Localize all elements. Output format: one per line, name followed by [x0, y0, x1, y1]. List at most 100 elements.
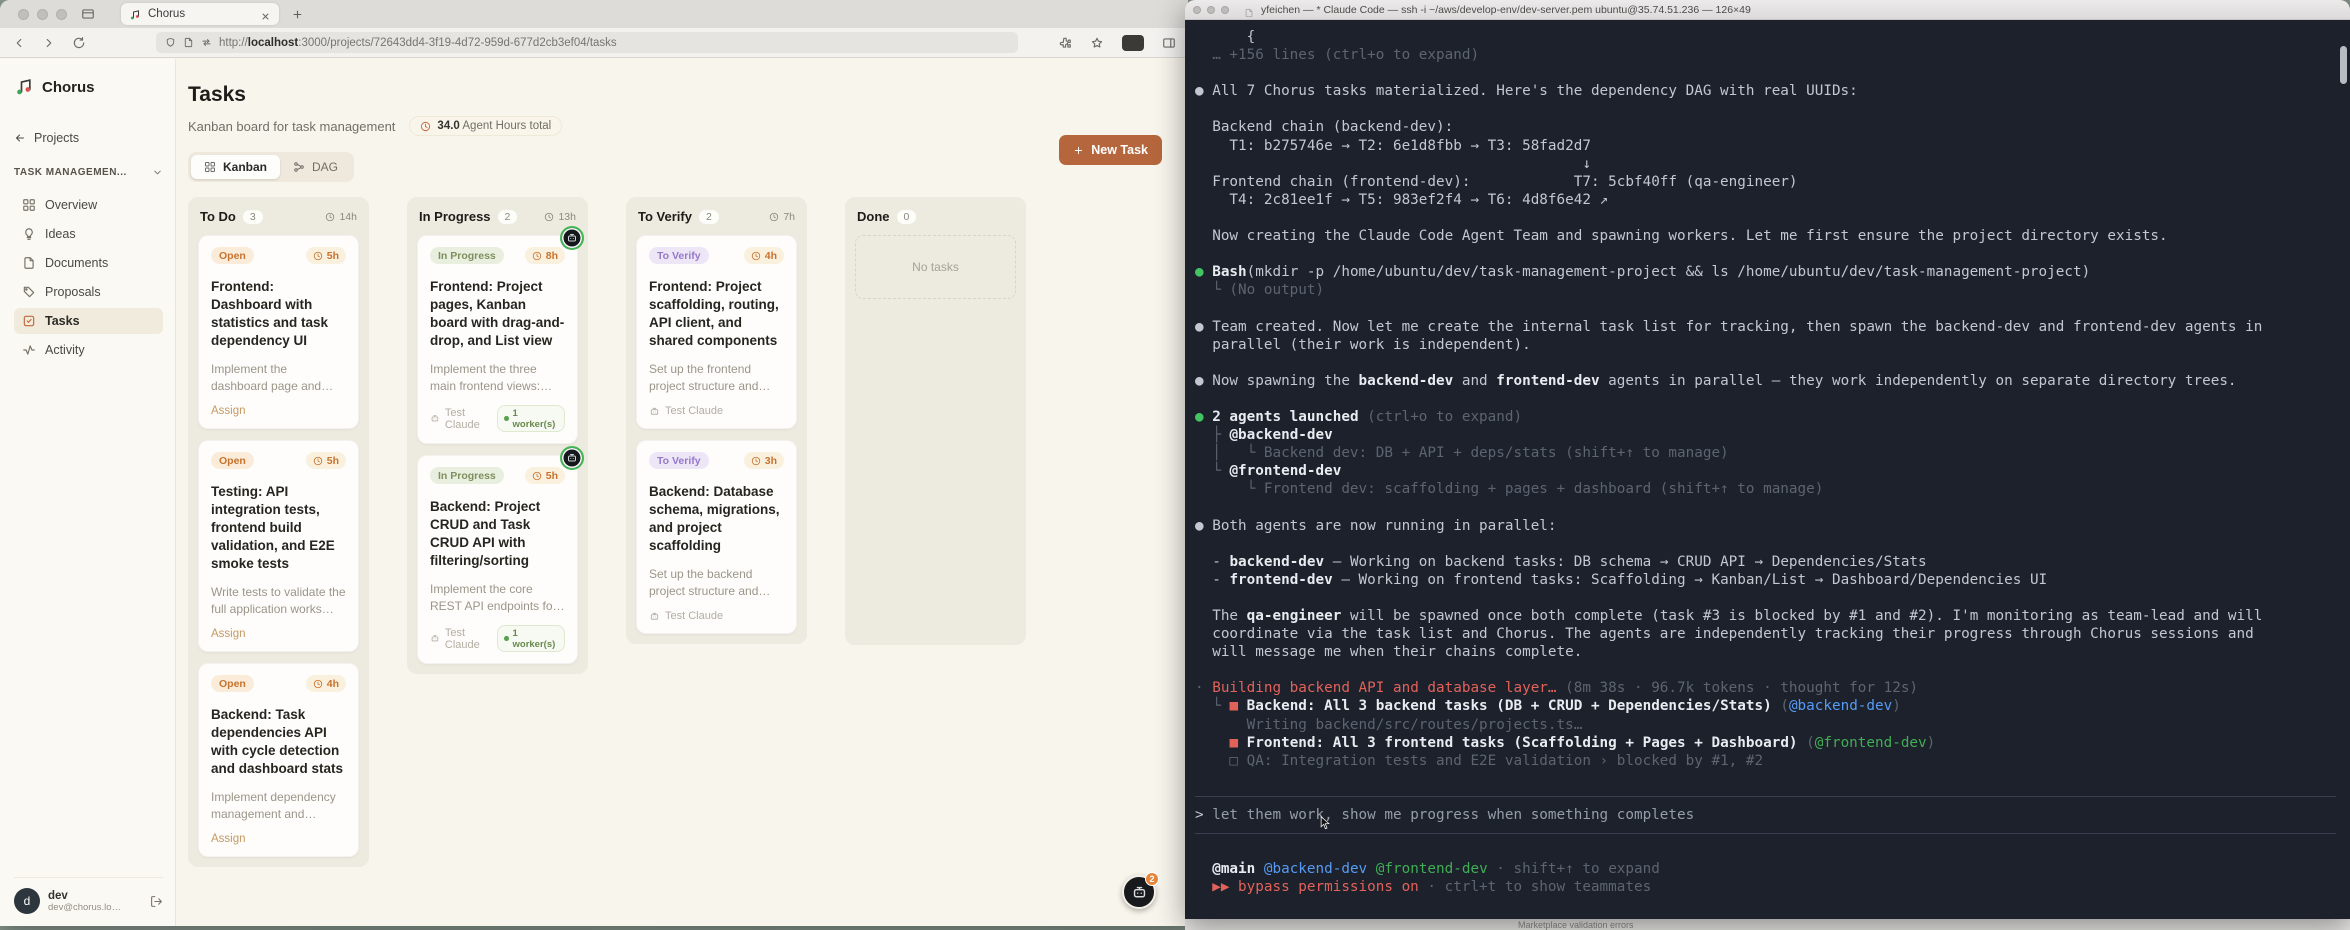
- task-description: Implement the core REST API endpoints fo…: [430, 581, 565, 614]
- permissions-icon[interactable]: [201, 37, 212, 48]
- status-badge: Open: [211, 247, 254, 264]
- sidebar-item-label: Proposals: [45, 285, 101, 299]
- terminal-line: will message me when their chains comple…: [1195, 643, 2350, 661]
- assign-link[interactable]: Assign: [211, 833, 246, 845]
- agent-avatar[interactable]: [560, 446, 584, 470]
- terminal-line: ● Both agents are now running in paralle…: [1195, 517, 2350, 535]
- terminal-line: {: [1195, 28, 2350, 46]
- zoom-window-button[interactable]: [1221, 6, 1229, 14]
- task-card[interactable]: In Progress5hBackend: Project CRUD and T…: [417, 455, 578, 664]
- task-title: Frontend: Project pages, Kanban board wi…: [430, 278, 565, 350]
- page-info-icon[interactable]: [183, 37, 194, 48]
- browser-toolbar-right: [1058, 35, 1176, 51]
- task-card[interactable]: Open5hFrontend: Dashboard with statistic…: [198, 235, 359, 429]
- terminal-line: [1195, 842, 2350, 860]
- user-row: d dev dev@chorus.lo…: [14, 877, 163, 914]
- sidebar-item-ideas[interactable]: Ideas: [14, 221, 163, 247]
- forward-icon[interactable]: [42, 36, 56, 50]
- column-hours: 13h: [544, 211, 576, 223]
- assign-link[interactable]: Assign: [211, 628, 246, 640]
- task-card[interactable]: Open5hTesting: API integration tests, fr…: [198, 440, 359, 652]
- minimize-window-button[interactable]: [37, 9, 48, 20]
- zoom-window-button[interactable]: [56, 9, 67, 20]
- sidebar-item-label: Tasks: [45, 314, 80, 328]
- task-card[interactable]: Open4hBackend: Task dependencies API wit…: [198, 663, 359, 857]
- reload-icon[interactable]: [72, 36, 86, 50]
- terminal-line: [1195, 299, 2350, 317]
- bot-icon: [649, 611, 660, 622]
- close-tab-icon[interactable]: [260, 9, 271, 20]
- clock-icon: [532, 471, 542, 481]
- clock-icon: [532, 251, 542, 261]
- sign-out-icon[interactable]: [150, 895, 163, 908]
- project-switcher[interactable]: TASK MANAGEMEN...: [14, 167, 163, 178]
- window-controls[interactable]: [18, 9, 67, 20]
- task-title: Frontend: Project scaffolding, routing, …: [649, 278, 784, 350]
- new-task-button[interactable]: New Task: [1059, 135, 1162, 165]
- task-card[interactable]: To Verify3hBackend: Database schema, mig…: [636, 440, 797, 634]
- terminal-prompt-line[interactable]: > let them work, show me progress when s…: [1195, 806, 2350, 824]
- back-icon[interactable]: [12, 36, 26, 50]
- assign-link[interactable]: Assign: [211, 405, 246, 417]
- estimate-badge: 4h: [306, 675, 346, 692]
- sidebar-item-activity[interactable]: Activity: [14, 337, 163, 363]
- agent-hours-badge: 34.0 Agent Hours total: [409, 116, 562, 136]
- tab-overview-icon[interactable]: [81, 7, 95, 21]
- user-email: dev@chorus.lo…: [48, 902, 142, 913]
- proxy-document-icon: [1244, 5, 1254, 15]
- dag-branch-icon: [293, 161, 305, 173]
- sidebar-item-proposals[interactable]: Proposals: [14, 279, 163, 305]
- bulb-icon: [22, 227, 36, 241]
- column-title: Done: [857, 209, 890, 224]
- estimate-badge: 5h: [525, 467, 565, 484]
- column-count: 0: [897, 210, 917, 224]
- sidebar-item-overview[interactable]: Overview: [14, 192, 163, 218]
- terminal-line: └ (No output): [1195, 281, 2350, 299]
- tab-kanban[interactable]: Kanban: [191, 155, 280, 179]
- task-card[interactable]: To Verify4hFrontend: Project scaffolding…: [636, 235, 797, 429]
- clock-icon: [769, 212, 779, 222]
- tab-dag[interactable]: DAG: [280, 155, 351, 179]
- terminal-line: coordinate via the task list and Chorus.…: [1195, 625, 2350, 643]
- task-title: Testing: API integration tests, frontend…: [211, 483, 346, 573]
- projects-back-link[interactable]: Projects: [14, 131, 163, 145]
- shield-icon[interactable]: [165, 37, 176, 48]
- profile-chip-icon[interactable]: [1122, 35, 1144, 51]
- terminal-window-controls[interactable]: [1193, 6, 1229, 14]
- sidebar-item-tasks[interactable]: Tasks: [14, 308, 163, 334]
- bookmark-star-icon[interactable]: [1090, 36, 1104, 50]
- estimate-badge: 4h: [744, 247, 784, 264]
- terminal-line: [1195, 209, 2350, 227]
- brand-name: Chorus: [42, 79, 95, 96]
- close-window-button[interactable]: [18, 9, 29, 20]
- terminal-line: [1195, 535, 2350, 553]
- estimate-badge: 8h: [525, 247, 565, 264]
- url-bar[interactable]: http://localhost:3000/projects/72643dd4-…: [156, 32, 1018, 53]
- browser-tab-chorus[interactable]: Chorus: [121, 3, 279, 25]
- empty-column-placeholder: No tasks: [855, 235, 1016, 299]
- terminal-line: └ @frontend-dev: [1195, 462, 2350, 480]
- close-window-button[interactable]: [1193, 6, 1201, 14]
- terminal-line: ■ Frontend: All 3 frontend tasks (Scaffo…: [1195, 734, 2350, 752]
- terminal-line: T1: b275746e → T2: 6e1d8fbb → T3: 58fad2…: [1195, 137, 2350, 155]
- sidebar-item-documents[interactable]: Documents: [14, 250, 163, 276]
- sidebar-item-label: Ideas: [45, 227, 76, 241]
- status-badge: In Progress: [430, 467, 504, 484]
- workers-badge: 1 worker(s): [497, 625, 565, 652]
- extensions-icon[interactable]: [1058, 36, 1072, 50]
- terminal-line: [1195, 245, 2350, 263]
- scrollbar-thumb[interactable]: [2340, 46, 2347, 84]
- terminal-body[interactable]: { … +156 lines (ctrl+o to expand) ● All …: [1185, 20, 2350, 919]
- new-tab-button[interactable]: [291, 8, 304, 21]
- minimize-window-button[interactable]: [1207, 6, 1215, 14]
- workers-badge: 1 worker(s): [497, 405, 565, 432]
- agent-avatar[interactable]: [560, 226, 584, 250]
- background-window-text: Marketplace validation errors: [1518, 920, 1634, 930]
- sidebar-item-label: Activity: [45, 343, 85, 357]
- task-card[interactable]: In Progress8hFrontend: Project pages, Ka…: [417, 235, 578, 444]
- clock-icon: [751, 456, 761, 466]
- sidebar-panel-icon[interactable]: [1162, 36, 1176, 50]
- status-badge: Open: [211, 675, 254, 692]
- chorus-assistant-avatar[interactable]: 2: [1122, 875, 1156, 909]
- bot-icon: [649, 406, 660, 417]
